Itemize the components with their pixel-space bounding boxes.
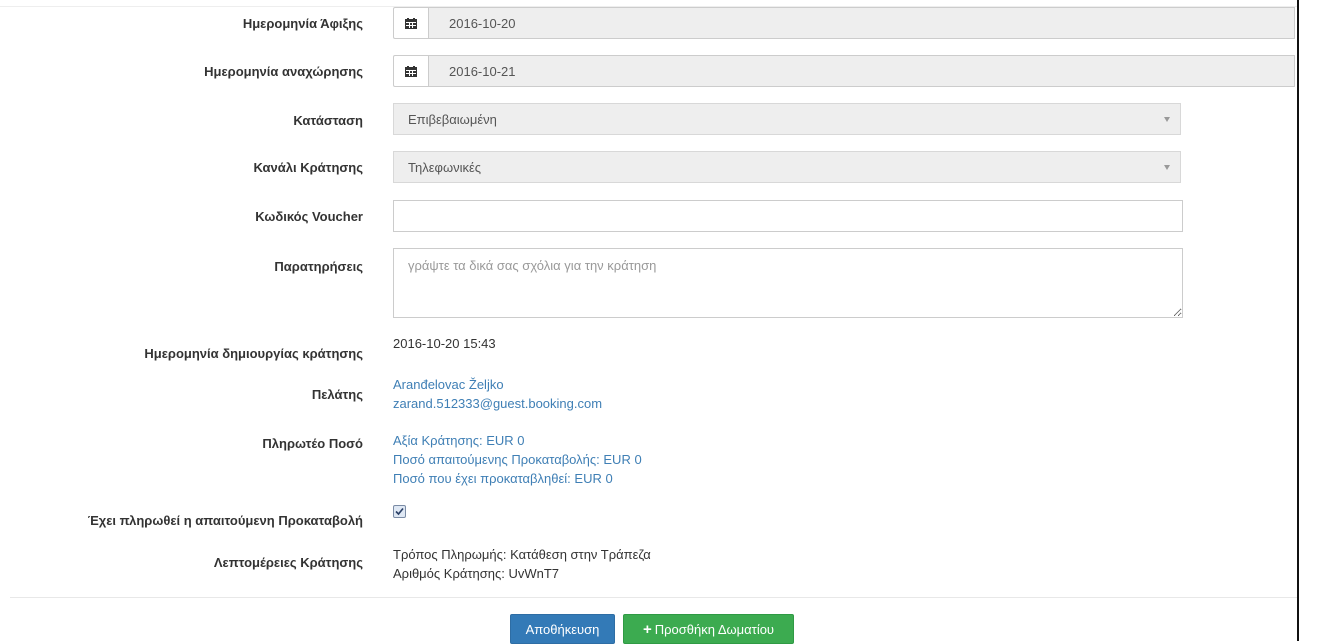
departure-date-group[interactable]: 2016-10-21 bbox=[393, 55, 1295, 87]
add-room-button[interactable]: + Προσθήκη Δωματίου bbox=[623, 614, 794, 644]
status-label: Κατάσταση bbox=[293, 113, 363, 128]
payment-method-text: Τρόπος Πληρωμής: Κατάθεση στην Τράπεζα bbox=[393, 547, 651, 562]
bottom-divider bbox=[10, 597, 1297, 598]
details-label: Λεπτομέρειες Κράτησης bbox=[213, 555, 363, 570]
customer-label: Πελάτης bbox=[311, 387, 363, 402]
voucher-input[interactable] bbox=[393, 200, 1183, 232]
payable-label: Πληρωτέο Ποσό bbox=[262, 436, 363, 451]
deposit-paid-checkbox[interactable] bbox=[393, 505, 406, 518]
add-room-label: Προσθήκη Δωματίου bbox=[654, 621, 775, 637]
booking-value-link[interactable]: Αξία Κράτησης: EUR 0 bbox=[393, 431, 642, 450]
departure-date-label: Ημερομηνία αναχώρησης bbox=[204, 64, 363, 79]
customer-info: Aranđelovac Željko zarand.512333@guest.b… bbox=[393, 375, 602, 413]
booking-number-text: Αριθμός Κράτησης: UvWnT7 bbox=[393, 566, 560, 581]
caret-down-icon bbox=[1164, 165, 1170, 170]
arrival-date-group[interactable]: 2016-10-20 bbox=[393, 7, 1295, 39]
status-select[interactable]: Επιβεβαιωμένη bbox=[393, 103, 1181, 135]
calendar-icon bbox=[405, 17, 417, 29]
created-date-label: Ημερομηνία δημιουργίας κράτησης bbox=[144, 346, 363, 361]
deposit-paid-label: Έχει πληρωθεί η απαιτούμενη Προκαταβολή bbox=[87, 513, 363, 528]
right-border bbox=[1297, 0, 1299, 641]
details-info: Τρόπος Πληρωμής: Κατάθεση στην Τράπεζα Α… bbox=[393, 545, 651, 583]
channel-select[interactable]: Τηλεφωνικές bbox=[393, 151, 1181, 183]
arrival-date-input[interactable]: 2016-10-20 bbox=[428, 7, 1295, 39]
channel-selected-value: Τηλεφωνικές bbox=[408, 159, 482, 175]
save-button[interactable]: Αποθήκευση bbox=[510, 614, 615, 644]
notes-textarea[interactable] bbox=[393, 248, 1183, 318]
customer-name-link[interactable]: Aranđelovac Željko bbox=[393, 375, 602, 394]
payable-info: Αξία Κράτησης: EUR 0 Ποσό απαιτούμενης Π… bbox=[393, 431, 642, 488]
checkmark-icon bbox=[395, 507, 404, 516]
status-selected-value: Επιβεβαιωμένη bbox=[408, 111, 497, 127]
arrival-date-label: Ημερομηνία Άφιξης bbox=[242, 16, 363, 31]
calendar-icon bbox=[405, 65, 417, 77]
paid-deposit-link[interactable]: Ποσό που έχει προκαταβληθεί: EUR 0 bbox=[393, 469, 642, 488]
arrival-calendar-button[interactable] bbox=[393, 7, 428, 39]
channel-label: Κανάλι Κράτησης bbox=[253, 160, 363, 175]
required-deposit-link[interactable]: Ποσό απαιτούμενης Προκαταβολής: EUR 0 bbox=[393, 450, 642, 469]
voucher-label: Κωδικός Voucher bbox=[255, 209, 363, 224]
notes-label: Παρατηρήσεις bbox=[274, 259, 363, 274]
departure-date-input[interactable]: 2016-10-21 bbox=[428, 55, 1295, 87]
caret-down-icon bbox=[1164, 117, 1170, 122]
plus-icon: + bbox=[642, 620, 652, 638]
departure-calendar-button[interactable] bbox=[393, 55, 428, 87]
customer-email-link[interactable]: zarand.512333@guest.booking.com bbox=[393, 394, 602, 413]
created-date-value: 2016-10-20 15:43 bbox=[393, 336, 496, 351]
